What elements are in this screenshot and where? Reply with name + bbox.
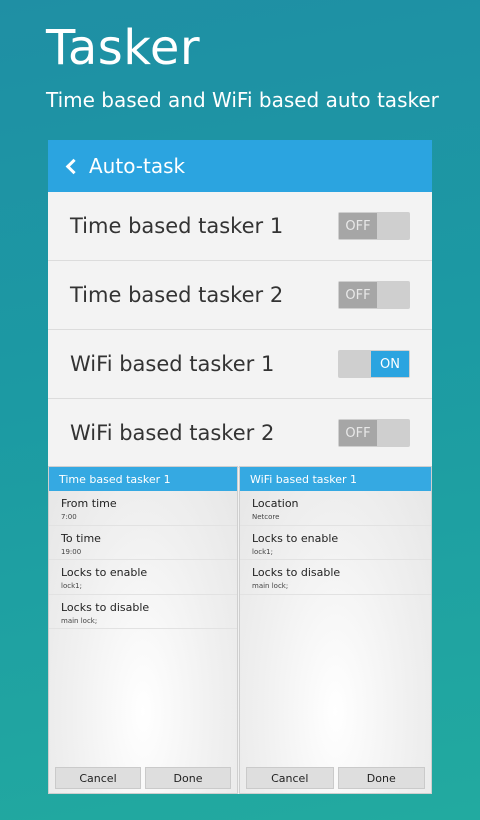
field-label: Locks to disable (61, 600, 150, 614)
promo-title: Tasker (46, 20, 201, 76)
field-label: Locks to enable (252, 531, 339, 545)
field-value: main lock; (252, 582, 289, 590)
toggle-state: ON (371, 351, 409, 377)
dialog-field-locks-enable[interactable]: Locks to enable lock1; (49, 560, 237, 595)
phone-screen: Auto-task Time based tasker 1 OFF Time b… (48, 140, 432, 794)
wifi-tasker-dialog: WiFi based tasker 1 Location Netcore Loc… (239, 466, 432, 794)
dialog-title: WiFi based tasker 1 (240, 467, 431, 491)
tasker-label: WiFi based tasker 2 (70, 421, 275, 445)
field-value: main lock; (61, 616, 98, 625)
time-tasker-dialog: Time based tasker 1 From time 7:00 To ti… (48, 466, 238, 794)
done-button[interactable]: Done (337, 767, 425, 789)
toggle-state: OFF (339, 213, 377, 239)
field-value: lock1; (61, 582, 82, 590)
field-label: Location (252, 497, 299, 510)
dialog-buttons: Cancel Done (246, 767, 425, 789)
cancel-button[interactable]: Cancel (55, 767, 141, 789)
chevron-left-icon[interactable] (65, 158, 82, 175)
tasker-toggle[interactable]: ON (338, 350, 410, 378)
app-bar: Auto-task (48, 140, 432, 192)
field-value: 7:00 (61, 513, 77, 521)
tasker-toggle[interactable]: OFF (338, 281, 410, 309)
field-label: From time (61, 497, 117, 510)
dialog-field-to-time[interactable]: To time 19:00 (49, 526, 237, 560)
dialog-field-location[interactable]: Location Netcore (240, 491, 431, 526)
field-label: To time (61, 531, 101, 545)
tasker-toggle[interactable]: OFF (338, 419, 410, 447)
toggle-state: OFF (339, 420, 377, 446)
dialog-previews: Time based tasker 1 From time 7:00 To ti… (48, 466, 432, 794)
dialog-title: Time based tasker 1 (49, 467, 237, 491)
dialog-field-from-time[interactable]: From time 7:00 (49, 491, 237, 526)
dialog-field-locks-disable[interactable]: Locks to disable main lock; (49, 595, 237, 629)
app-bar-title: Auto-task (89, 154, 186, 178)
tasker-label: Time based tasker 1 (70, 214, 284, 238)
dialog-field-locks-disable[interactable]: Locks to disable main lock; (240, 560, 431, 595)
field-label: Locks to disable (252, 566, 341, 579)
promo-subtitle: Time based and WiFi based auto tasker (46, 88, 439, 112)
field-value: 19:00 (61, 547, 82, 556)
tasker-row-time-2[interactable]: Time based tasker 2 OFF (48, 261, 432, 330)
tasker-label: WiFi based tasker 1 (70, 352, 275, 376)
done-button[interactable]: Done (145, 767, 231, 789)
dialog-field-locks-enable[interactable]: Locks to enable lock1; (240, 526, 431, 560)
tasker-toggle[interactable]: OFF (338, 212, 410, 240)
cancel-button[interactable]: Cancel (246, 767, 334, 789)
field-value: lock1; (252, 547, 273, 556)
field-label: Locks to enable (61, 566, 148, 579)
dialog-buttons: Cancel Done (55, 767, 231, 789)
toggle-state: OFF (339, 282, 377, 308)
tasker-row-wifi-2[interactable]: WiFi based tasker 2 OFF (48, 399, 432, 468)
tasker-row-wifi-1[interactable]: WiFi based tasker 1 ON (48, 330, 432, 399)
field-value: Netcore (252, 513, 280, 521)
tasker-row-time-1[interactable]: Time based tasker 1 OFF (48, 192, 432, 261)
tasker-label: Time based tasker 2 (70, 283, 284, 307)
